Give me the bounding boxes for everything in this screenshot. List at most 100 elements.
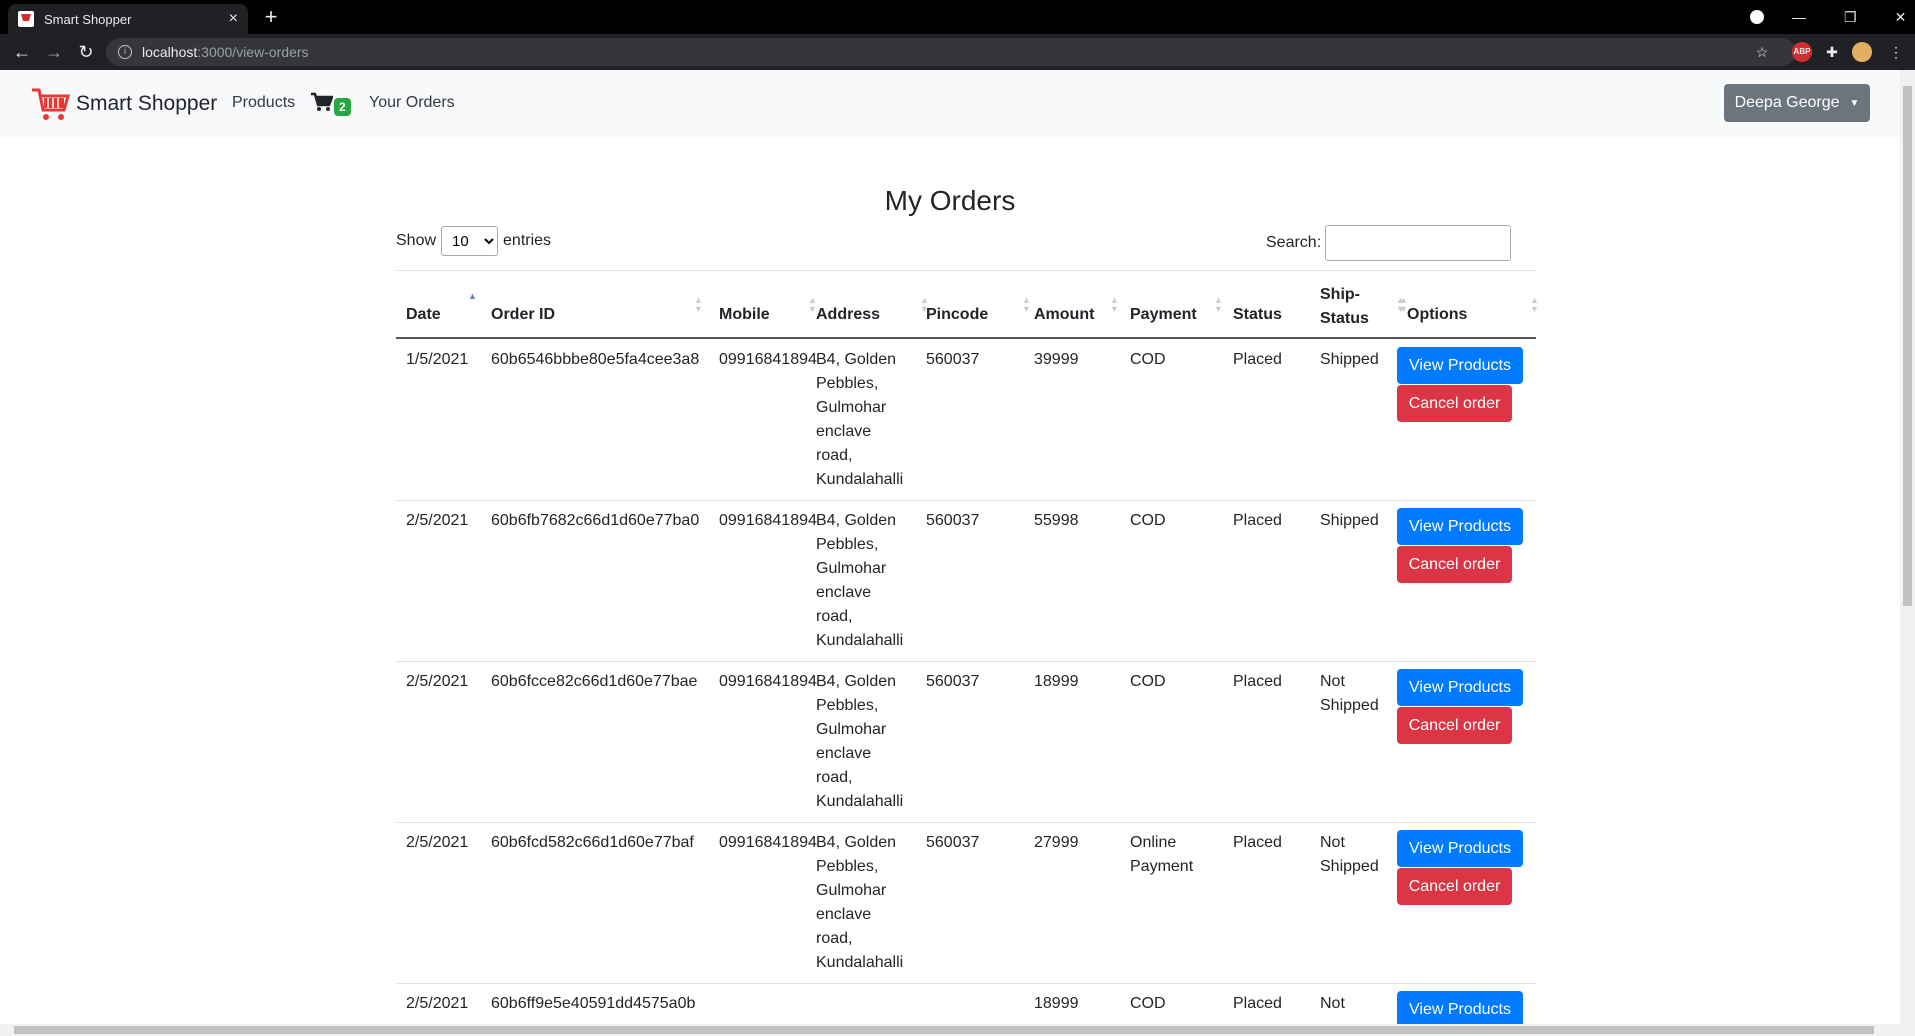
vertical-scrollbar[interactable] <box>1900 70 1915 1024</box>
site-navbar: Smart Shopper Products 2 Your Orders Dee… <box>0 70 1900 137</box>
cell-mobile: 09916841894 <box>719 351 817 368</box>
bookmark-star-icon[interactable]: ☆ <box>1752 42 1772 62</box>
site-favicon-icon <box>18 11 34 27</box>
user-name: Deepa George <box>1734 94 1840 111</box>
cell-line: Kundalahalli <box>816 793 904 810</box>
profile-dot-icon[interactable] <box>1750 10 1764 24</box>
cell-line: Shipped <box>1320 697 1379 714</box>
horizontal-scroll-thumb[interactable] <box>14 1026 1874 1034</box>
row-divider <box>396 983 1536 984</box>
entries-select[interactable]: 10 <box>441 226 499 256</box>
horizontal-scrollbar[interactable] <box>0 1024 1915 1036</box>
url-host: localhost <box>142 44 198 60</box>
cell-pincode: 560037 <box>926 834 980 851</box>
extensions-puzzle-icon[interactable]: ✚ <box>1822 42 1842 62</box>
cell-amount: 39999 <box>1034 351 1079 368</box>
cell-line: COD <box>1130 673 1166 690</box>
cell-line: road, <box>816 769 853 786</box>
cancel-order-button[interactable]: Cancel order <box>1397 385 1512 422</box>
cell-pincode: 560037 <box>926 512 980 529</box>
adblock-extension-icon[interactable]: ABP <box>1792 42 1812 62</box>
cell-line: COD <box>1130 351 1166 368</box>
column-header-ship-status[interactable]: Ship- Status <box>1320 283 1369 331</box>
browser-menu-icon[interactable]: ⋮ <box>1886 42 1906 62</box>
view-products-button[interactable]: View Products <box>1397 991 1523 1024</box>
cell-line: COD <box>1130 512 1166 529</box>
cell-line: Kundalahalli <box>816 632 904 649</box>
user-dropdown-button[interactable]: Deepa George ▼ <box>1724 84 1870 122</box>
close-window-icon[interactable]: ✕ <box>1895 9 1907 26</box>
page-viewport: Smart Shopper Products 2 Your Orders Dee… <box>0 70 1900 1024</box>
sort-arrows-icon[interactable]: ▲ ▼ <box>1214 296 1223 314</box>
cancel-order-button[interactable]: Cancel order <box>1397 707 1512 744</box>
nav-your-orders-link[interactable]: Your Orders <box>369 94 455 112</box>
browser-tab-bar: Smart Shopper × + — ❐ ✕ <box>0 0 1915 34</box>
sort-arrows-icon[interactable]: ▲ ▼ <box>694 296 703 314</box>
window-controls: — ❐ ✕ <box>1750 0 1906 34</box>
profile-avatar-icon[interactable] <box>1852 42 1872 62</box>
cell-order-id: 60b6fcd582c66d1d60e77baf <box>491 834 694 851</box>
restore-icon[interactable]: ❐ <box>1844 9 1857 26</box>
cell-line: B4, Golden <box>816 673 897 690</box>
search-label: Search: <box>1266 234 1322 251</box>
row-divider <box>396 661 1536 662</box>
view-products-button[interactable]: View Products <box>1397 669 1523 706</box>
forward-icon[interactable]: → <box>42 40 66 64</box>
close-tab-icon[interactable]: × <box>229 10 238 28</box>
column-header-payment[interactable]: Payment <box>1130 306 1197 324</box>
table-top-border <box>396 270 1536 271</box>
sort-arrows-icon[interactable]: ▲ ▼ <box>1022 296 1031 314</box>
new-tab-button[interactable]: + <box>258 4 284 30</box>
cell-mobile: 09916841894 <box>719 834 817 851</box>
vertical-scroll-thumb[interactable] <box>1903 86 1912 606</box>
back-icon[interactable]: ← <box>10 40 34 64</box>
cell-payment: COD <box>1130 670 1166 694</box>
sort-arrows-icon[interactable]: ▲ <box>468 292 477 301</box>
column-header-status[interactable]: Status <box>1233 306 1282 324</box>
site-info-icon[interactable]: i <box>118 45 132 59</box>
nav-products-link[interactable]: Products <box>232 94 295 112</box>
cell-line: Payment <box>1130 858 1194 875</box>
cell-line: Shipped <box>1320 512 1379 529</box>
cell-line: COD <box>1130 995 1166 1012</box>
column-header-amount[interactable]: Amount <box>1034 306 1094 324</box>
column-header-mobile[interactable]: Mobile <box>719 306 770 324</box>
cell-date: 1/5/2021 <box>406 351 469 368</box>
sort-arrows-icon[interactable]: ▲ ▼ <box>1110 296 1119 314</box>
cell-order-id: 60b6fb7682c66d1d60e77ba0 <box>491 512 700 529</box>
reload-icon[interactable]: ↻ <box>74 40 98 64</box>
cell-line: Not <box>1320 834 1345 851</box>
column-header-address[interactable]: Address <box>816 306 880 324</box>
page-title: My Orders <box>884 185 1016 216</box>
column-header-order-id[interactable]: Order ID <box>491 306 555 324</box>
cell-status: Placed <box>1233 834 1282 851</box>
cell-date: 2/5/2021 <box>406 512 469 529</box>
cell-line: Shipped <box>1320 351 1379 368</box>
minimize-icon[interactable]: — <box>1792 9 1806 25</box>
header-bottom-border <box>396 337 1536 339</box>
brand-link[interactable]: Smart Shopper <box>30 84 217 124</box>
cell-line: Pebbles, <box>816 375 879 392</box>
entries-label: entries <box>503 232 552 249</box>
shopping-cart-logo-icon <box>32 88 70 120</box>
cell-line: Shipped <box>1320 858 1379 875</box>
browser-tab[interactable]: Smart Shopper × <box>8 4 248 34</box>
view-products-button[interactable]: View Products <box>1397 508 1523 545</box>
column-header-options[interactable]: Options <box>1407 306 1467 324</box>
search-input[interactable] <box>1325 225 1512 261</box>
column-header-pincode[interactable]: Pincode <box>926 306 988 324</box>
cell-payment: COD <box>1130 348 1166 372</box>
cart-icon[interactable] <box>311 92 333 112</box>
address-bar[interactable]: i localhost :3000/view-orders <box>106 38 1796 66</box>
caret-down-icon: ▼ <box>1849 97 1860 109</box>
cell-line: Gulmohar <box>816 399 887 416</box>
cancel-order-button[interactable]: Cancel order <box>1397 546 1512 583</box>
view-products-button[interactable]: View Products <box>1397 830 1523 867</box>
cancel-order-button[interactable]: Cancel order <box>1397 868 1512 905</box>
view-products-button[interactable]: View Products <box>1397 347 1523 384</box>
cell-line: enclave <box>816 423 872 440</box>
sort-arrows-icon[interactable]: ▲ ▼ <box>1530 296 1539 314</box>
cell-payment: COD <box>1130 509 1166 533</box>
cell-amount: 55998 <box>1034 512 1079 529</box>
column-header-date[interactable]: Date <box>406 306 441 324</box>
